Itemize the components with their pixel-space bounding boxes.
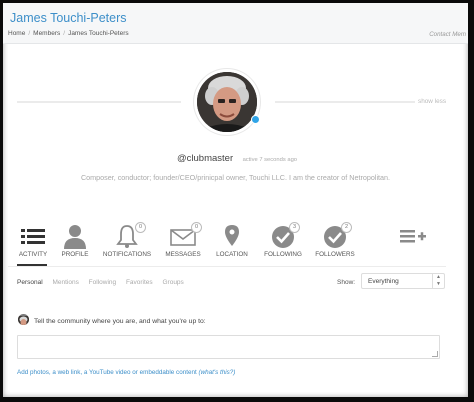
bell-icon: 0 <box>97 222 157 249</box>
show-filter-label: Show: <box>337 279 356 286</box>
profile-nav: ACTIVITY PROFILE 0 NOTIFICATIONS 0 MESSA… <box>3 222 468 263</box>
nav-more-button[interactable] <box>393 223 433 249</box>
following-badge: 3 <box>289 222 300 233</box>
nav-divider <box>8 266 446 267</box>
page-title: James Touchi-Peters <box>10 11 127 25</box>
whats-new-textarea[interactable] <box>17 335 440 359</box>
contact-member-link[interactable]: Contact Mem <box>429 31 466 38</box>
nav-followers-label: FOLLOWERS <box>315 251 355 258</box>
filter-selected-value: Everything <box>368 278 399 285</box>
select-arrows-icon: ▲ ▼ <box>432 274 444 288</box>
header-bar: James Touchi-Peters Home / Members / James T… <box>3 3 468 44</box>
check-circle-icon: 2 <box>305 222 365 249</box>
profile-bio: Composer, conductor; founder/CEO/prinicp… <box>80 173 391 182</box>
resize-handle-icon[interactable] <box>432 351 438 357</box>
nav-profile[interactable]: PROFILE <box>45 223 105 258</box>
subtab-favorites[interactable]: Favorites <box>126 279 153 286</box>
profile-avatar[interactable] <box>194 69 260 135</box>
whats-this-link[interactable]: (what's this?) <box>198 369 235 376</box>
nav-notifications-label: NOTIFICATIONS <box>102 251 152 258</box>
nav-notifications[interactable]: 0 NOTIFICATIONS <box>97 222 157 258</box>
messages-badge: 0 <box>191 222 202 233</box>
divider-right <box>275 101 415 103</box>
breadcrumb-home[interactable]: Home <box>8 30 25 37</box>
online-status-dot <box>251 115 260 124</box>
avatar-photo <box>197 72 257 132</box>
nav-followers[interactable]: 2 FOLLOWERS <box>305 222 365 258</box>
nav-following[interactable]: 3 FOLLOWING <box>253 222 313 258</box>
divider-left <box>17 101 181 103</box>
nav-profile-label: PROFILE <box>61 251 89 258</box>
check-circle-icon: 3 <box>253 222 313 249</box>
add-media-link[interactable]: Add photos, a web link, a YouTube video … <box>17 369 235 376</box>
subtab-groups[interactable]: Groups <box>162 279 183 286</box>
activity-filter-select[interactable]: Everything ▲ ▼ <box>361 273 445 289</box>
subtab-personal[interactable]: Personal <box>17 279 43 286</box>
profile-handle: @clubmaster <box>177 153 234 164</box>
profile-handle-row: @clubmaster active 7 seconds ago <box>177 148 297 166</box>
followers-badge: 2 <box>341 222 352 233</box>
person-icon <box>45 223 105 249</box>
activity-subtabs: Personal Mentions Following Favorites Gr… <box>17 279 192 286</box>
post-author-avatar <box>18 314 29 325</box>
nav-following-label: FOLLOWING <box>264 251 302 258</box>
breadcrumb-current: James Touchi-Peters <box>68 30 129 37</box>
show-less-link[interactable]: show less <box>418 98 446 105</box>
breadcrumb-members[interactable]: Members <box>33 30 60 37</box>
subtab-following[interactable]: Following <box>89 279 116 286</box>
subtab-mentions[interactable]: Mentions <box>52 279 78 286</box>
add-media-text[interactable]: Add photos, a web link, a YouTube video … <box>17 369 197 376</box>
last-active-text: active 7 seconds ago <box>242 157 298 163</box>
post-prompt: Tell the community where you are, and wh… <box>34 318 206 325</box>
list-plus-icon <box>393 223 433 249</box>
notifications-badge: 0 <box>135 222 146 233</box>
page-frame: James Touchi-Peters Home / Members / James T… <box>3 3 468 397</box>
breadcrumb: Home / Members / James Touchi-Peters <box>8 30 129 37</box>
